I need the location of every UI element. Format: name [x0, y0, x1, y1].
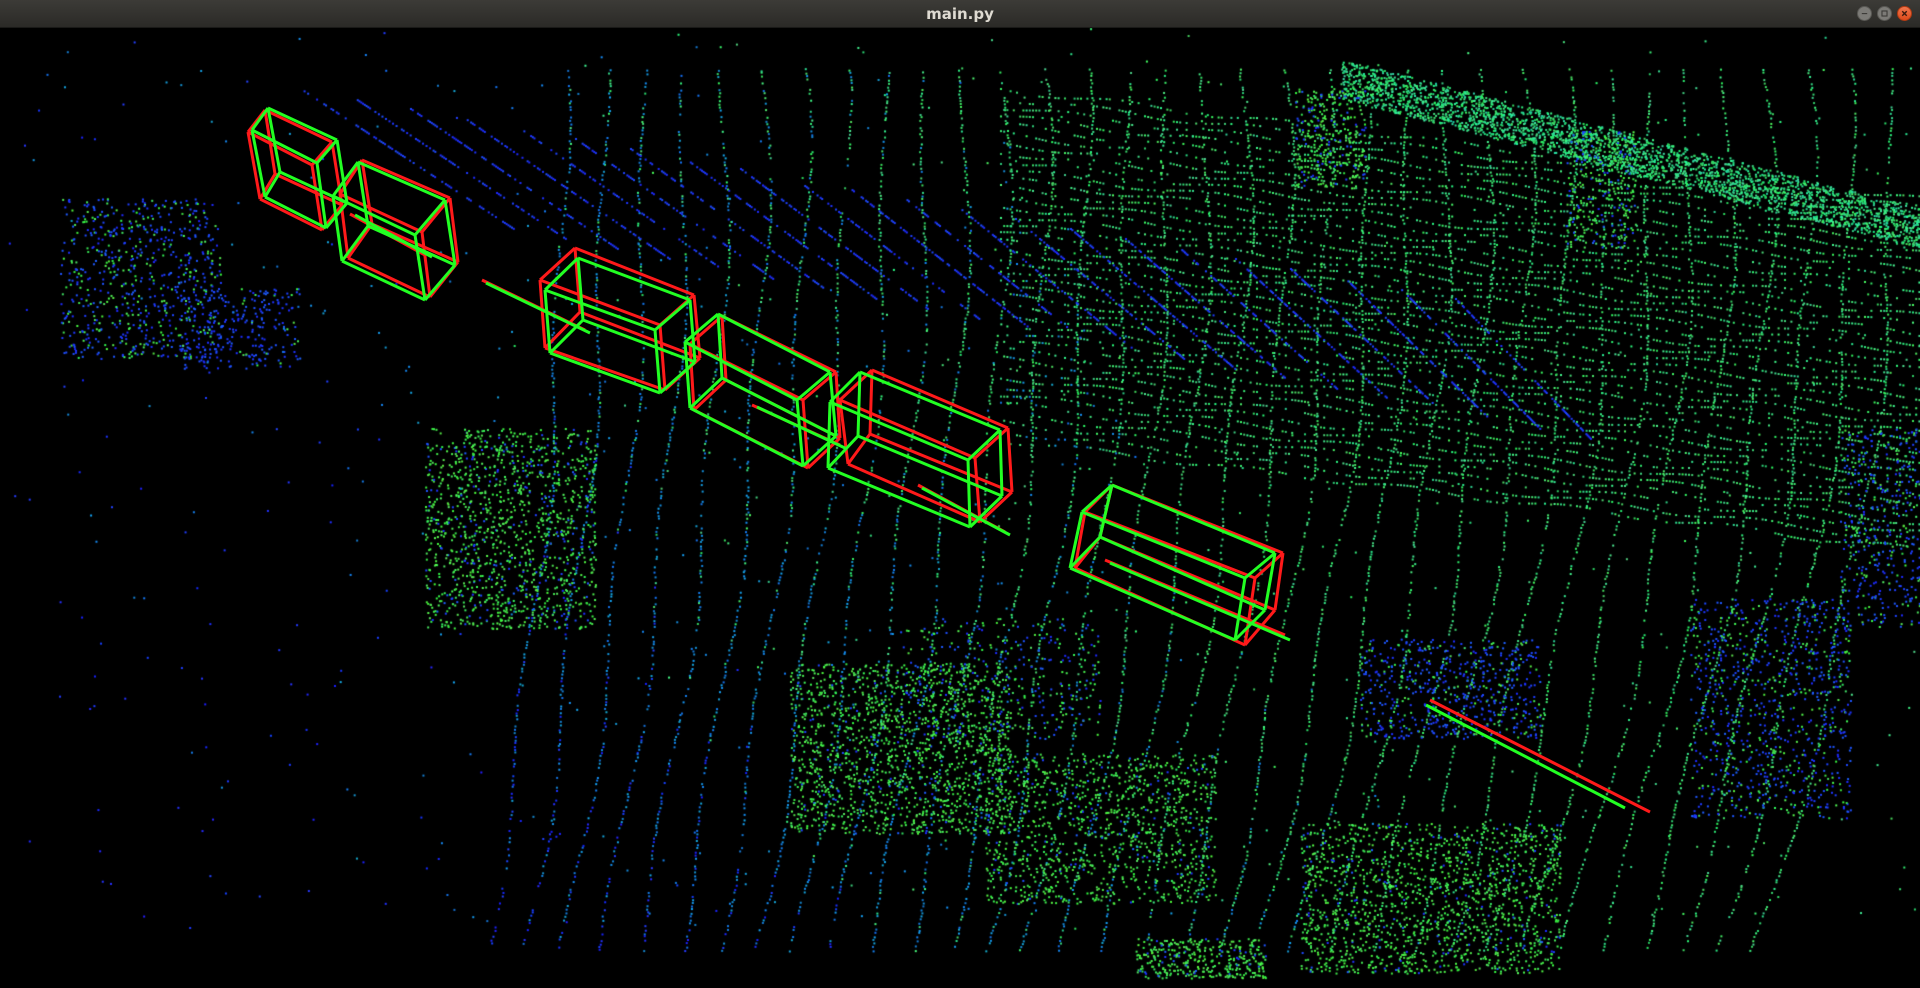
predicted-heading-5	[1425, 703, 1626, 810]
ground-truth-box-edge	[973, 457, 982, 523]
predicted-box-edge	[267, 106, 338, 142]
predicted-box-edge	[544, 288, 656, 332]
predicted-box-edge	[859, 370, 1001, 432]
ground-truth-box-edge	[871, 368, 1009, 430]
ground-truth-box-edge	[339, 192, 423, 234]
predicted-box-edge	[826, 401, 832, 469]
predicted-box-edge	[966, 428, 1002, 462]
predicted-box-edge	[1111, 483, 1276, 555]
predicted-box-edge	[577, 256, 691, 302]
ground-truth-box-edge	[259, 197, 323, 232]
ground-truth-box-edge	[574, 246, 695, 297]
predicted-box-edge	[543, 256, 580, 292]
title-bar[interactable]: main.py	[0, 0, 1920, 28]
minimize-icon	[1861, 13, 1868, 15]
ground-truth-box-edge	[868, 369, 874, 435]
ground-truth-box-edge	[347, 256, 431, 299]
predicted-box-edge	[251, 128, 318, 165]
minimize-button[interactable]	[1857, 6, 1872, 21]
predicted-box-edge	[688, 376, 724, 410]
predicted-box-edge	[717, 312, 831, 374]
ground-truth-box-edge	[274, 172, 343, 207]
predicted-box-edge	[1081, 510, 1246, 580]
application-window: main.py	[0, 0, 1920, 988]
ground-truth-box-edge	[544, 346, 666, 392]
window-title: main.py	[926, 5, 994, 23]
ground-truth-box-edge	[692, 378, 728, 412]
point-cloud-viewport[interactable]	[0, 28, 1920, 988]
predicted-box-edge	[684, 312, 719, 344]
predicted-box-edge	[654, 298, 691, 332]
close-button[interactable]	[1897, 6, 1912, 21]
predicted-box-edge	[998, 429, 1004, 497]
maximize-icon	[1881, 10, 1888, 17]
ground-truth-box-edge	[973, 426, 1010, 460]
predicted-box-edge	[341, 259, 426, 302]
predicted-box-edge	[413, 199, 447, 236]
ground-truth-box-edge	[1273, 552, 1285, 611]
predicted-box-edge	[966, 459, 972, 528]
predicted-box-edge	[653, 329, 662, 394]
ground-truth-box-edge	[847, 462, 981, 524]
ground-truth-box-edge	[361, 158, 451, 200]
close-icon	[1901, 10, 1908, 17]
ground-truth-box-edge	[1006, 427, 1014, 493]
predicted-box-edge	[357, 160, 446, 202]
predicted-box-4	[826, 370, 1004, 529]
maximize-button[interactable]	[1877, 6, 1892, 21]
ground-truth-heading-5	[1429, 698, 1651, 814]
predicted-box-edge	[689, 406, 804, 468]
predicted-box-edge	[827, 466, 971, 529]
predicted-box-edge	[796, 370, 831, 402]
predicted-box-edge	[582, 318, 696, 364]
predicted-heading-4	[1109, 561, 1291, 642]
predicted-box-edge	[829, 400, 969, 462]
predicted-heading-1	[485, 281, 591, 335]
ground-truth-box-4	[838, 368, 1014, 524]
ground-truth-box-edge	[264, 108, 333, 144]
predicted-box-edge	[549, 351, 661, 395]
predicted-box-edge	[795, 399, 805, 467]
predicted-box-edge	[684, 340, 798, 402]
ground-truth-box-edge	[658, 324, 667, 391]
bounding-box-overlay	[246, 106, 1651, 814]
ground-truth-box-edge	[346, 223, 374, 259]
predicted-box-edge	[856, 371, 862, 437]
ground-truth-box-edge	[978, 490, 1014, 524]
